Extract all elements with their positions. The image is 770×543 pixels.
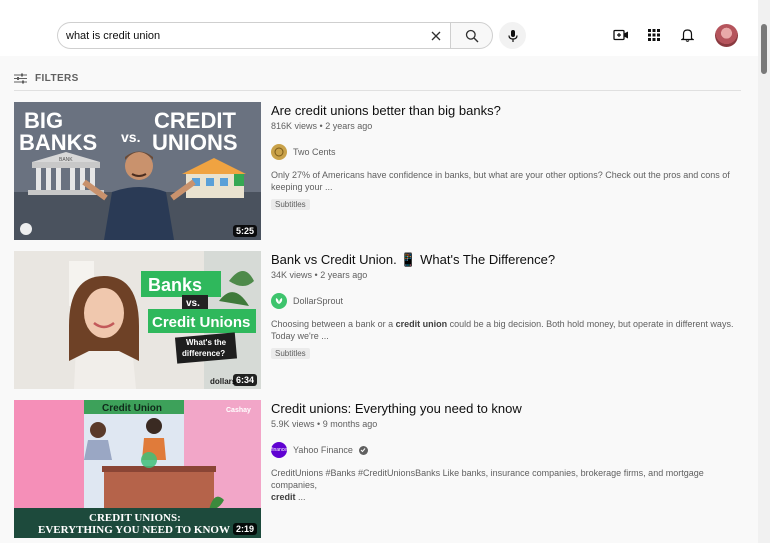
video-result[interactable]: Credit Union Cashay CREDIT UNIONS: EVERY… [14,400,741,538]
video-info: Credit unions: Everything you need to kn… [271,400,741,503]
create-button[interactable] [611,25,631,45]
video-thumbnail[interactable]: Credit Union Cashay CREDIT UNIONS: EVERY… [14,400,261,538]
view-count: 34K views [271,270,313,280]
thumb-text: BANK [59,157,73,163]
video-duration: 2:19 [232,523,257,535]
thumb-text: UNIONS [152,130,238,155]
search-button[interactable] [450,22,493,49]
video-result[interactable]: Banks vs. Credit Unions What's the diffe… [14,251,741,389]
filters-button[interactable]: FILTERS [14,70,79,86]
search-icon [465,29,478,42]
apps-button[interactable] [644,25,664,45]
video-meta: 816K views • 2 years ago [271,121,373,131]
thumb-text: EVERYTHING YOU NEED TO KNOW [38,524,230,536]
video-title[interactable]: Bank vs Credit Union. 📱 What's The Diffe… [271,251,741,268]
video-description: CreditUnions #Banks #CreditUnionsBanks L… [271,467,741,503]
user-avatar[interactable] [715,24,738,47]
description-text: Only 27% of Americans have confidence in… [271,170,730,192]
video-thumbnail[interactable]: Banks vs. Credit Unions What's the diffe… [14,251,261,389]
thumb-text: Cashay [226,407,251,414]
thumbnail-image: Credit Union Cashay CREDIT UNIONS: EVERY… [14,400,261,538]
subtitles-badge: Subtitles [271,348,310,359]
thumb-text: vs. [121,129,140,145]
video-meta: 34K views • 2 years ago [271,270,368,280]
thumbnail-image: BIG BANKS vs. CREDIT UNIONS BANK [14,102,261,240]
clear-search-button[interactable] [426,26,446,46]
thumb-text: Credit Unions [152,314,250,331]
channel-avatar-text: finance [270,447,288,453]
search-input[interactable] [66,23,416,48]
upload-age: 9 months ago [322,419,378,429]
video-info: Bank vs Credit Union. 📱 What's The Diffe… [271,251,741,361]
thumb-text: CREDIT UNIONS: [89,512,181,524]
channel-avatar[interactable] [271,144,287,160]
description-text: ... [295,492,306,502]
mic-icon [507,29,518,42]
coin-icon [274,147,284,157]
apps-grid-icon [648,29,660,41]
view-count: 5.9K views [271,419,315,429]
video-duration: 5:25 [232,225,257,237]
channel-avatar[interactable] [271,293,287,309]
filters-divider [14,90,741,91]
subtitles-badge: Subtitles [271,199,310,210]
channel-link[interactable]: DollarSprout [271,292,741,310]
thumb-text: BANKS [19,130,97,155]
thumbnail-image: Banks vs. Credit Unions What's the diffe… [14,251,261,389]
search-box[interactable] [57,22,450,49]
voice-search-button[interactable] [499,22,526,49]
upload-age: 2 years ago [320,270,368,280]
page-scrollbar[interactable] [758,0,770,543]
description-highlight: credit union [395,319,448,329]
video-create-icon [613,29,628,41]
sprout-icon [275,298,283,304]
close-icon [431,31,441,41]
filters-label: FILTERS [35,72,79,84]
video-description: Choosing between a bank or a credit unio… [271,318,741,342]
channel-name[interactable]: Yahoo Finance [293,445,353,455]
tune-icon [14,73,27,83]
verified-badge-icon [358,445,368,455]
channel-name[interactable]: Two Cents [293,147,336,157]
description-text: CreditUnions #Banks #CreditUnionsBanks L… [271,468,704,490]
thumb-text: difference? [182,349,225,358]
video-title[interactable]: Credit unions: Everything you need to kn… [271,400,741,417]
thumb-text: What's the [186,338,227,347]
upload-age: 2 years ago [325,121,373,131]
channel-avatar[interactable]: finance [271,442,287,458]
thumb-text: Banks [148,275,202,295]
video-duration: 6:34 [232,374,257,386]
description-text: Choosing between a bank or a [271,319,396,329]
thumb-text: Credit Union [102,403,162,414]
scrollbar-thumb[interactable] [761,24,767,74]
channel-link[interactable]: Two Cents [271,143,741,161]
channel-name[interactable]: DollarSprout [293,296,343,306]
thumb-text: vs. [186,298,200,309]
video-description: Only 27% of Americans have confidence in… [271,169,741,193]
video-info: Are credit unions better than big banks?… [271,102,741,212]
notifications-button[interactable] [677,25,697,45]
video-meta: 5.9K views • 9 months ago [271,419,378,429]
bell-icon [680,29,694,42]
description-highlight: credit [271,492,296,502]
top-header [0,0,758,56]
channel-link[interactable]: finance Yahoo Finance [271,441,741,459]
view-count: 816K views [271,121,318,131]
video-thumbnail[interactable]: BIG BANKS vs. CREDIT UNIONS BANK 5:25 [14,102,261,240]
video-result[interactable]: BIG BANKS vs. CREDIT UNIONS BANK 5:25 Ar… [14,102,741,240]
video-title[interactable]: Are credit unions better than big banks? [271,102,741,119]
